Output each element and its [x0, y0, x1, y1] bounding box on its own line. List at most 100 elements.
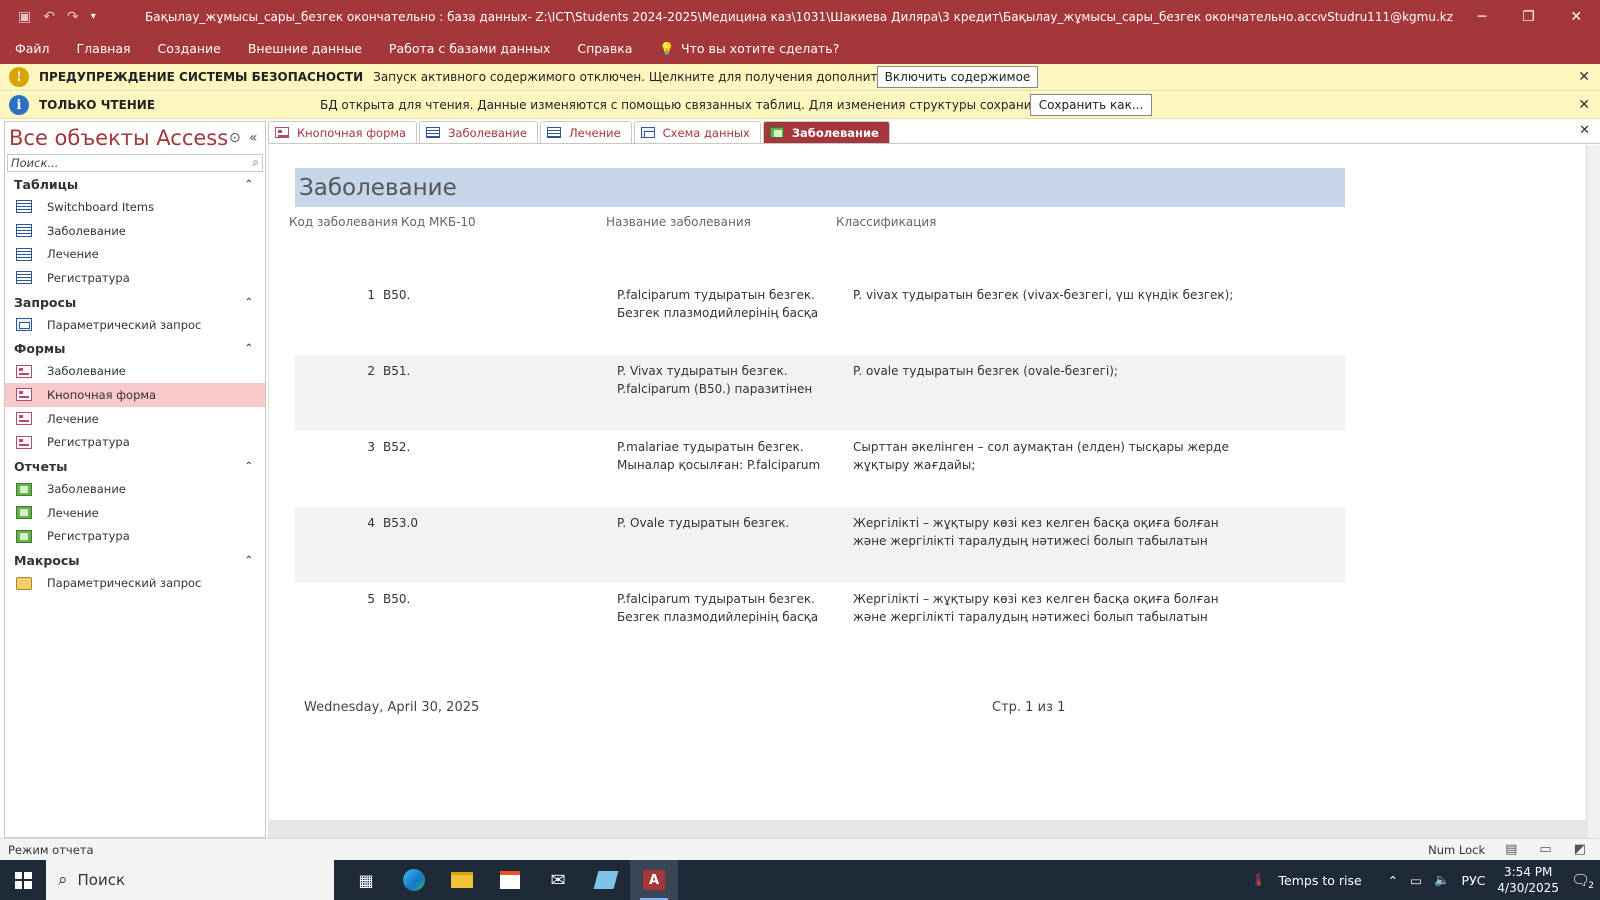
tab-disease-table[interactable]: Заболевание: [419, 121, 538, 143]
layout-view-icon[interactable]: ◩: [1574, 842, 1586, 857]
security-warning-title: ПРЕДУПРЕЖДЕНИЕ СИСТЕМЫ БЕЗОПАСНОСТИ: [39, 70, 364, 84]
nav-item-table[interactable]: Заболевание: [5, 219, 265, 243]
nav-item-macro[interactable]: Параметрический запрос: [5, 571, 265, 595]
access-app-icon[interactable]: A: [630, 860, 678, 900]
tab-label: Лечение: [568, 125, 621, 140]
collapse-group-icon[interactable]: ⌃: [245, 179, 253, 190]
report-row: 5 B50. P.falciparum тудыратын безгек. Бе…: [295, 583, 1345, 659]
tab-relationships[interactable]: Схема данных: [633, 121, 761, 143]
nav-search-input[interactable]: Поиск... ⌕: [7, 154, 263, 172]
horizontal-scrollbar[interactable]: [268, 820, 1586, 838]
network-icon[interactable]: ▭: [1410, 873, 1422, 888]
report-row: 3 B52. P.malariae тудыратын безгек. Мына…: [295, 431, 1345, 507]
nav-item-label: Регистратура: [47, 529, 130, 544]
tab-disease-report[interactable]: Заболевание: [762, 121, 890, 143]
close-icon[interactable]: ✕: [1570, 9, 1582, 25]
row-classification: P. ovale тудыратын безгек (ovale-безгегі…: [853, 364, 1118, 378]
store-icon[interactable]: [486, 860, 534, 900]
collapse-group-icon[interactable]: ⌃: [245, 555, 253, 566]
nav-menu-dropdown-icon[interactable]: ⊙: [229, 130, 241, 146]
nav-group-reports[interactable]: Отчеты ⌃: [5, 456, 265, 477]
nav-group-label: Таблицы: [14, 177, 79, 192]
enable-content-button[interactable]: Включить содержимое: [877, 66, 1038, 88]
mail-icon[interactable]: ✉: [534, 860, 582, 900]
nav-search-placeholder: Поиск...: [11, 156, 59, 170]
row-icd-code: B50.: [383, 592, 411, 606]
system-tray: 🌡 Temps to rise ⌃ ▭ 🔈 РУС 3:54 PM 4/30/2…: [1251, 864, 1600, 896]
redo-icon[interactable]: ↷: [67, 9, 79, 25]
notes-app-icon[interactable]: [582, 860, 630, 900]
report-row: 2 B51. P. Vivax тудыратын безгек. P.falc…: [295, 355, 1345, 431]
ribbon-tabs: Файл Главная Создание Внешние данные Раб…: [0, 33, 1600, 64]
nav-group-queries[interactable]: Запросы ⌃: [5, 292, 265, 313]
tray-chevron-icon[interactable]: ⌃: [1388, 873, 1398, 888]
report-view-icon[interactable]: ▤: [1505, 842, 1517, 857]
undo-icon[interactable]: ↶: [43, 9, 55, 25]
user-account[interactable]: vStudru111@kgmu.kz: [1320, 10, 1460, 24]
minimize-icon[interactable]: ─: [1478, 9, 1486, 25]
collapse-group-icon[interactable]: ⌃: [245, 297, 253, 308]
close-tab-icon[interactable]: ✕: [1579, 123, 1590, 138]
nav-item-table[interactable]: Лечение: [5, 242, 265, 266]
tab-treatment-table[interactable]: Лечение: [539, 121, 632, 143]
menu-file[interactable]: Файл: [15, 41, 50, 56]
tell-me-label: Что вы хотите сделать?: [681, 41, 840, 56]
menu-external-data[interactable]: Внешние данные: [248, 41, 362, 56]
close-icon[interactable]: ✕: [1578, 69, 1590, 85]
weather-text[interactable]: Temps to rise: [1279, 873, 1362, 888]
menu-home[interactable]: Главная: [77, 41, 131, 56]
tab-switchboard-form[interactable]: Кнопочная форма: [268, 121, 418, 143]
document-tabs: Кнопочная форма Заболевание Лечение Схем…: [268, 121, 1600, 144]
security-warning-bar: ! ПРЕДУПРЕЖДЕНИЕ СИСТЕМЫ БЕЗОПАСНОСТИ За…: [0, 64, 1600, 91]
save-as-button[interactable]: Сохранить как...: [1030, 94, 1152, 116]
close-icon[interactable]: ✕: [1578, 97, 1590, 113]
clock[interactable]: 3:54 PM 4/30/2025: [1497, 864, 1559, 896]
nav-group-macros[interactable]: Макросы ⌃: [5, 550, 265, 571]
file-explorer-icon[interactable]: [438, 860, 486, 900]
window-title: Бақылау_жұмысы_сары_безгек окончательно …: [145, 9, 1320, 24]
nav-group-tables[interactable]: Таблицы ⌃: [5, 174, 265, 195]
nav-item-report[interactable]: Регистратура: [5, 525, 265, 549]
volume-icon[interactable]: 🔈: [1434, 872, 1450, 888]
search-icon[interactable]: ⌕: [252, 155, 259, 170]
collapse-group-icon[interactable]: ⌃: [245, 461, 253, 472]
edge-icon[interactable]: [390, 860, 438, 900]
nav-item-query[interactable]: Параметрический запрос: [5, 313, 265, 337]
nav-item-table[interactable]: Регистратура: [5, 266, 265, 290]
collapse-group-icon[interactable]: ⌃: [245, 343, 253, 354]
nav-item-label: Заболевание: [47, 223, 126, 238]
navigation-pane: Все объекты Access ⊙ « Поиск... ⌕ Таблиц…: [4, 121, 266, 838]
nav-item-label: Заболевание: [47, 364, 126, 379]
row-classification: Жергілікті – жұқтыру көзі кез келген бас…: [853, 592, 1219, 624]
nav-item-report[interactable]: Лечение: [5, 501, 265, 525]
nav-item-form[interactable]: Регистратура: [5, 431, 265, 455]
menu-database-tools[interactable]: Работа с базами данных: [389, 41, 550, 56]
vertical-scrollbar[interactable]: [1586, 145, 1600, 838]
column-header-disease-name: Название заболевания: [606, 215, 751, 229]
print-preview-icon[interactable]: ▭: [1539, 842, 1551, 857]
row-classification: Жергілікті – жұқтыру көзі кез келген бас…: [853, 516, 1219, 548]
save-icon[interactable]: ▣: [18, 9, 31, 25]
collapse-pane-icon[interactable]: «: [249, 130, 258, 146]
nav-item-table[interactable]: Switchboard Items: [5, 195, 265, 219]
nav-item-form[interactable]: Лечение: [5, 407, 265, 431]
nav-group-forms[interactable]: Формы ⌃: [5, 338, 265, 359]
tell-me-box[interactable]: 💡 Что вы хотите сделать?: [659, 41, 839, 57]
notifications-icon[interactable]: 🗨 2: [1571, 871, 1594, 891]
task-view-icon[interactable]: ▦: [342, 860, 390, 900]
table-icon: [16, 247, 32, 261]
start-button[interactable]: [0, 860, 46, 900]
nav-item-report[interactable]: Заболевание: [5, 477, 265, 501]
nav-item-form-selected[interactable]: Кнопочная форма: [5, 383, 265, 407]
menu-help[interactable]: Справка: [577, 41, 632, 56]
taskbar-search-box[interactable]: ⌕ Поиск: [46, 860, 334, 900]
restore-icon[interactable]: ❐: [1522, 9, 1535, 25]
column-header-icd-code: Код МКБ-10: [401, 215, 476, 229]
row-id: 3: [367, 440, 375, 454]
quick-access-toolbar: ▣ ↶ ↷ ▾: [0, 9, 145, 25]
nav-item-form[interactable]: Заболевание: [5, 359, 265, 383]
menu-create[interactable]: Создание: [158, 41, 221, 56]
language-indicator[interactable]: РУС: [1462, 873, 1486, 888]
customize-qat-icon[interactable]: ▾: [91, 11, 96, 22]
nav-pane-header[interactable]: Все объекты Access ⊙ «: [5, 122, 265, 154]
